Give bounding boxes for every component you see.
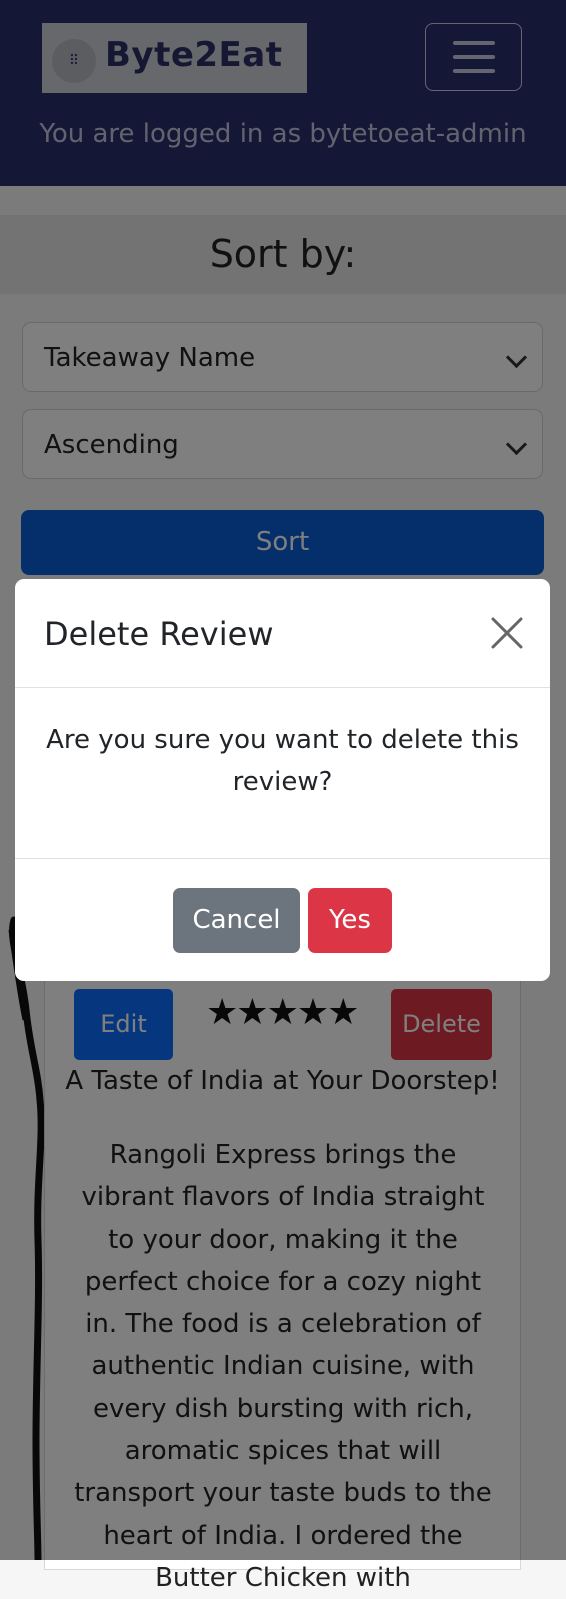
cancel-button[interactable]: Cancel [173,888,300,953]
close-icon[interactable] [487,613,527,653]
confirm-delete-button[interactable]: Yes [308,888,392,953]
delete-review-modal: Delete Review Are you sure you want to d… [15,579,550,981]
modal-header: Delete Review [15,579,550,688]
modal-message: Are you sure you want to delete this rev… [46,725,519,797]
modal-title: Delete Review [44,615,274,653]
